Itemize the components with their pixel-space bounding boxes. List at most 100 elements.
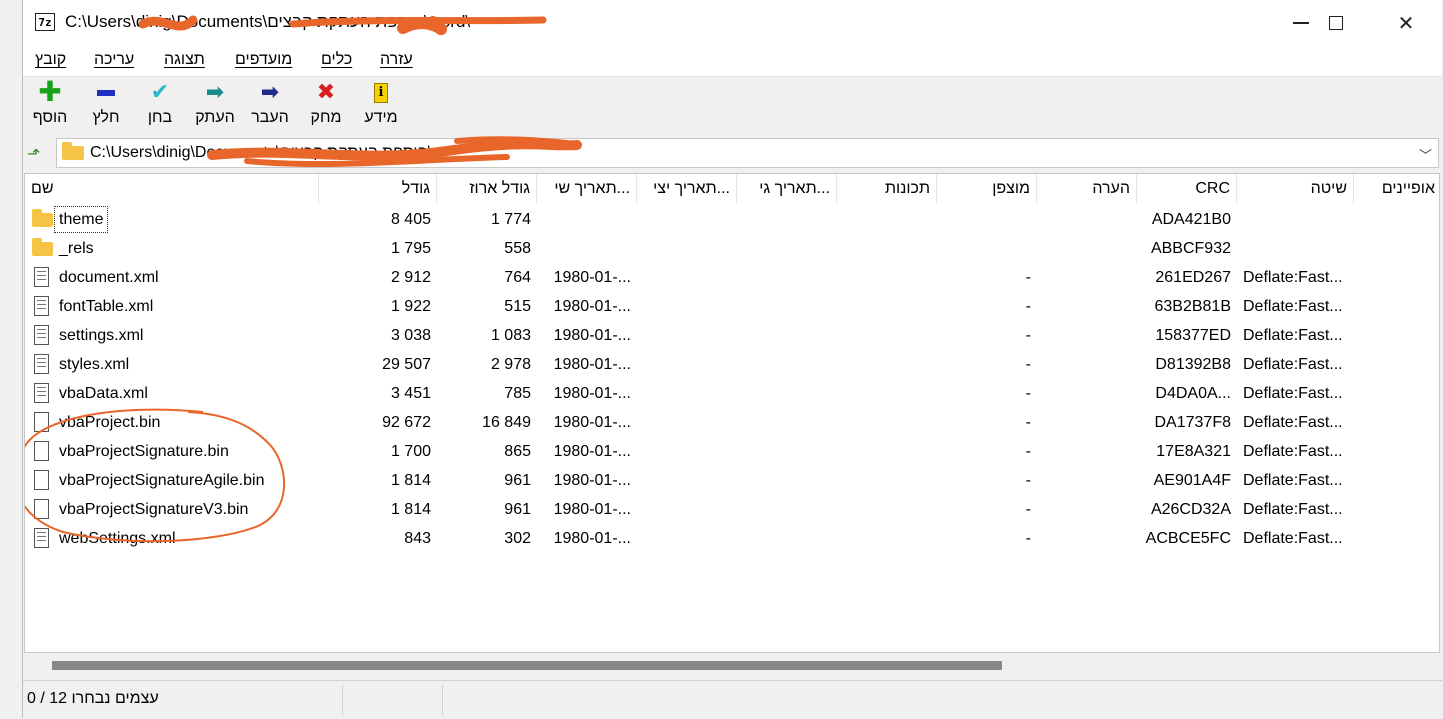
- add-button[interactable]: ✚ הוסף: [20, 77, 80, 135]
- cell-name: vbaProjectSignatureAgile.bin: [59, 472, 265, 489]
- chevron-down-icon[interactable]: ﹀: [1419, 145, 1432, 164]
- cell-encrypted: -: [1025, 298, 1031, 315]
- cell-method: Deflate:Fast...: [1243, 327, 1343, 344]
- cell-crc: DA1737F8: [1154, 414, 1232, 431]
- table-row[interactable]: vbaProjectSignature.bin 1 700 865 1980-01-.…: [25, 437, 1439, 466]
- file-icon: [34, 528, 49, 548]
- path-input[interactable]: C:\Users\dinig\Documents\הוספת העתקת קבצ…: [56, 136, 1439, 168]
- maximize-button[interactable]: [1313, 8, 1359, 38]
- column-accessed[interactable]: תאריך גי...: [737, 174, 837, 204]
- menu-view[interactable]: תצוגה: [164, 51, 205, 69]
- menu-edit[interactable]: עריכה: [94, 51, 134, 69]
- toolbar: ✚ הוסף חלץ ✔ בחן ➡ העתק ➡ העבר ✖ מחק i מ…: [23, 77, 1442, 135]
- column-name[interactable]: שם: [25, 174, 319, 204]
- table-row[interactable]: fontTable.xml 1 922 515 1980-01-... - 63B2B81…: [25, 292, 1439, 321]
- file-icon: [34, 499, 49, 519]
- column-encrypted[interactable]: מוצפן: [937, 174, 1037, 204]
- cell-packed-size: 1 083: [490, 327, 531, 344]
- cell-packed-size: 785: [504, 385, 531, 402]
- column-header-row: שם גודל גודל ארוז תאריך שי... תאריך יצי.…: [25, 174, 1439, 204]
- test-label: בחן: [147, 109, 173, 126]
- column-characteristics[interactable]: אופיינים: [1354, 174, 1439, 204]
- status-bar: 0 / 12 עצמים נבחרו: [23, 680, 1442, 719]
- table-row[interactable]: vbaProject.bin 92 672 16 849 1980-01-... - DA…: [25, 408, 1439, 437]
- delete-button[interactable]: ✖ מחק: [296, 77, 356, 135]
- delete-label: מחק: [310, 109, 342, 126]
- cell-modified: 1980-01-...: [553, 414, 631, 431]
- table-row[interactable]: vbaProjectSignatureAgile.bin 1 814 961 1980…: [25, 466, 1439, 495]
- cell-method: [1237, 205, 1354, 234]
- seven-zip-window: 7z C:\Users\dinig\Documents\הוספת העתקת …: [22, 0, 1442, 719]
- folder-icon: [32, 209, 53, 227]
- column-attributes[interactable]: תכונות: [837, 174, 937, 204]
- table-row[interactable]: theme 8 405 1 774 ADA421B0: [25, 205, 1439, 234]
- column-size[interactable]: גודל: [319, 174, 437, 204]
- cell-crc: AE901A4F: [1153, 472, 1231, 489]
- extract-button[interactable]: חלץ: [76, 77, 136, 135]
- cell-size: 3 038: [390, 327, 431, 344]
- folder-up-icon[interactable]: ⬏: [27, 144, 40, 164]
- folder-icon: [32, 238, 53, 256]
- table-row[interactable]: styles.xml 29 507 2 978 1980-01-... - D81392B…: [25, 350, 1439, 379]
- column-crc[interactable]: CRC: [1137, 174, 1237, 204]
- cell-name: webSettings.xml: [59, 530, 176, 547]
- horizontal-scrollbar[interactable]: [24, 653, 1440, 677]
- cell-encrypted: [937, 234, 1037, 263]
- table-row[interactable]: document.xml 2 912 764 1980-01-... - 261ED267…: [25, 263, 1439, 292]
- table-row[interactable]: vbaData.xml 3 451 785 1980-01-... - D4DA0A...…: [25, 379, 1439, 408]
- file-icon: [34, 470, 49, 490]
- test-button[interactable]: ✔ בחן: [130, 77, 190, 135]
- cell-name: settings.xml: [59, 327, 144, 344]
- cell-crc: D81392B8: [1155, 356, 1231, 373]
- table-row[interactable]: vbaProjectSignatureV3.bin 1 814 961 1980-01…: [25, 495, 1439, 524]
- cell-size: 843: [404, 530, 431, 547]
- cell-size: 1 922: [390, 298, 431, 315]
- cell-packed-size: 515: [504, 298, 531, 315]
- cell-size: 3 451: [390, 385, 431, 402]
- copy-arrow-icon: ➡: [205, 79, 225, 104]
- menu-bar: קובץ עריכה תצוגה מועדפים כלים עזרה: [23, 46, 1442, 77]
- cell-modified: [537, 205, 637, 234]
- cell-modified: 1980-01-...: [553, 443, 631, 460]
- cell-modified: 1980-01-...: [553, 530, 631, 547]
- table-row[interactable]: settings.xml 3 038 1 083 1980-01-... - 158377…: [25, 321, 1439, 350]
- folder-icon: [62, 142, 84, 160]
- column-comment[interactable]: הערה: [1037, 174, 1137, 204]
- column-packed-size[interactable]: גודל ארוז: [437, 174, 537, 204]
- file-list[interactable]: שם גודל גודל ארוז תאריך שי... תאריך יצי.…: [24, 173, 1440, 653]
- title-bar: 7z C:\Users\dinig\Documents\הוספת העתקת …: [23, 0, 1442, 46]
- cell-encrypted: -: [1025, 327, 1031, 344]
- file-icon: [34, 296, 49, 316]
- cell-method: Deflate:Fast...: [1243, 530, 1343, 547]
- status-divider: [342, 685, 343, 715]
- cell-size: 1 814: [390, 501, 431, 518]
- close-button[interactable]: ✕: [1383, 8, 1429, 38]
- cell-encrypted: -: [1025, 501, 1031, 518]
- menu-tools[interactable]: כלים: [321, 51, 352, 69]
- table-row[interactable]: webSettings.xml 843 302 1980-01-... - ACBCE5F…: [25, 524, 1439, 553]
- cell-encrypted: -: [1025, 530, 1031, 547]
- cell-modified: 1980-01-...: [553, 298, 631, 315]
- table-row[interactable]: _rels 1 795 558 ABBCF932: [25, 234, 1439, 263]
- cell-method: Deflate:Fast...: [1243, 414, 1343, 431]
- menu-file[interactable]: קובץ: [35, 51, 66, 69]
- cell-crc: 261ED267: [1155, 269, 1231, 286]
- cell-method: Deflate:Fast...: [1243, 269, 1343, 286]
- scrollbar-thumb[interactable]: [52, 661, 1002, 670]
- address-bar: ⬏ C:\Users\dinig\Documents\הוספת העתקת ק…: [23, 136, 1442, 170]
- column-modified[interactable]: תאריך שי...: [537, 174, 637, 204]
- close-icon: ✕: [1397, 12, 1415, 35]
- info-button[interactable]: i מידע: [351, 77, 411, 135]
- move-arrow-icon: ➡: [260, 79, 280, 104]
- plus-icon: ✚: [38, 76, 62, 107]
- menu-favorites[interactable]: מועדפים: [235, 51, 292, 69]
- move-button[interactable]: ➡ העבר: [240, 77, 300, 135]
- menu-help[interactable]: עזרה: [380, 51, 413, 69]
- copy-button[interactable]: ➡ העתק: [185, 77, 245, 135]
- cell-size: 1 700: [390, 443, 431, 460]
- column-method[interactable]: שיטה: [1237, 174, 1354, 204]
- cell-size: 29 507: [382, 356, 431, 373]
- cell-crc: 63B2B81B: [1154, 298, 1231, 315]
- column-created[interactable]: תאריך יצי...: [637, 174, 737, 204]
- cell-packed-size: 961: [504, 501, 531, 518]
